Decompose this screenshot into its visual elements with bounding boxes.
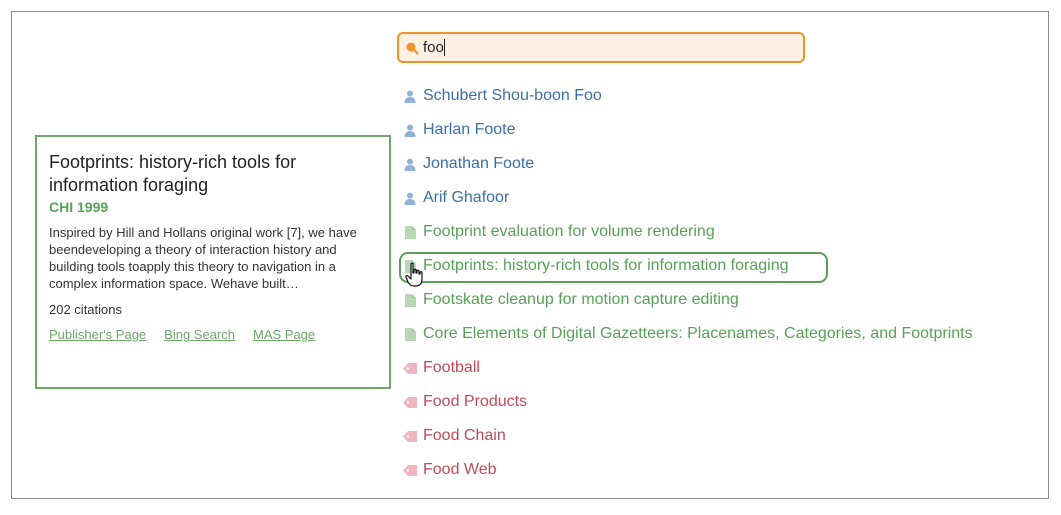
- person-result[interactable]: Harlan Foote: [403, 113, 1043, 147]
- person-result[interactable]: Arif Ghafoor: [403, 181, 1043, 215]
- document-icon: [403, 327, 417, 341]
- tag-icon: [403, 463, 417, 477]
- result-label: Arif Ghafoor: [423, 189, 510, 206]
- citation-count: 202 citations: [49, 302, 122, 317]
- result-label: Food Products: [423, 393, 528, 410]
- result-label: Footprint evaluation for volume renderin…: [423, 223, 715, 240]
- mas-page-link[interactable]: MAS Page: [253, 327, 315, 342]
- person-icon: [403, 191, 417, 205]
- paper-result[interactable]: Core Elements of Digital Gazetteers: Pla…: [403, 317, 1043, 351]
- person-result[interactable]: Schubert Shou-boon Foo: [403, 79, 1043, 113]
- result-label: Jonathan Foote: [423, 155, 535, 172]
- person-icon: [403, 89, 417, 103]
- topic-result[interactable]: Food Chain: [403, 419, 1043, 453]
- document-icon: [403, 225, 417, 239]
- document-icon: [403, 259, 417, 273]
- topic-result[interactable]: Football: [403, 351, 1043, 385]
- tag-icon: [403, 395, 417, 409]
- result-label: Football: [423, 359, 480, 376]
- bing-search-link[interactable]: Bing Search: [164, 327, 235, 342]
- document-icon: [403, 293, 417, 307]
- result-label: Food Chain: [423, 427, 506, 444]
- result-label: Harlan Foote: [423, 121, 516, 138]
- paper-detail-card: Footprints: history-rich tools for infor…: [35, 135, 391, 389]
- result-label: Footskate cleanup for motion capture edi…: [423, 291, 739, 308]
- results-list: Schubert Shou-boon Foo Harlan Foote Jonath…: [399, 79, 1043, 487]
- paper-abstract: Inspired by Hill and Hollans original wo…: [49, 225, 357, 291]
- tag-icon: [403, 361, 417, 375]
- paper-result[interactable]: Footskate cleanup for motion capture edi…: [403, 283, 1043, 317]
- result-label: Food Web: [423, 461, 497, 478]
- result-label: Schubert Shou-boon Foo: [423, 87, 602, 104]
- search-input[interactable]: foo: [397, 32, 805, 63]
- search-icon: [405, 41, 419, 55]
- person-icon: [403, 157, 417, 171]
- person-result[interactable]: Jonathan Foote: [403, 147, 1043, 181]
- paper-result[interactable]: Footprint evaluation for volume renderin…: [403, 215, 1043, 249]
- result-label: Core Elements of Digital Gazetteers: Pla…: [423, 325, 973, 342]
- paper-result[interactable]: Footprints: history-rich tools for infor…: [399, 249, 1043, 283]
- publishers-page-link[interactable]: Publisher's Page: [49, 327, 146, 342]
- topic-result[interactable]: Food Products: [403, 385, 1043, 419]
- topic-result[interactable]: Food Web: [403, 453, 1043, 487]
- text-caret: [443, 39, 445, 56]
- tag-icon: [403, 429, 417, 443]
- search-query: foo: [423, 38, 444, 56]
- result-label: Footprints: history-rich tools for infor…: [423, 257, 789, 274]
- paper-links: Publisher's Page Bing Search MAS Page: [49, 327, 377, 342]
- person-icon: [403, 123, 417, 137]
- paper-title: Footprints: history-rich tools for infor…: [49, 152, 297, 195]
- paper-venue: CHI 1999: [49, 199, 109, 215]
